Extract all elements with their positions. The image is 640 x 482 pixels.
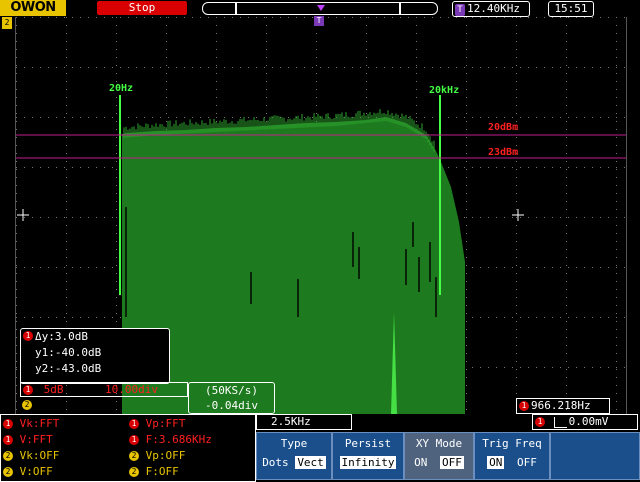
ch1-badge-icon: 1 <box>23 385 33 395</box>
marker-label-left: 20Hz <box>109 83 134 94</box>
menu-trig-title: Trig Freq <box>482 437 542 450</box>
cursor-y2: y2:-43.0dB <box>35 362 102 375</box>
memory-window-right-bracket <box>399 2 401 14</box>
ch1-meas-icon: 1 <box>3 419 13 429</box>
ref-label-23dbm: 23dBm <box>488 147 519 158</box>
cursor-delta: Δy:3.0dB <box>35 330 88 343</box>
cursor-readout-panel: 1 Δy:3.0dB y1:-40.0dB y2:-43.0dB <box>20 328 170 384</box>
xy-on-option[interactable]: ON <box>414 456 427 469</box>
spectrum-fill <box>122 117 465 414</box>
ch1-indicator-icon: 1 <box>23 331 33 341</box>
menu-xy-mode[interactable]: XY Mode ON OFF <box>404 432 474 480</box>
memory-position-bar[interactable] <box>202 2 438 15</box>
menu-persist-title: Persist <box>344 437 392 450</box>
menu-type-title: Type <box>280 437 308 450</box>
ch1-meas-icon: 1 <box>129 435 139 445</box>
type-vect-option[interactable]: Vect <box>295 456 326 469</box>
trig-off-option[interactable]: OFF <box>517 456 537 469</box>
peak-frequency-readout: 1 966.218Hz <box>516 398 610 414</box>
horizontal-scale-readout[interactable]: 2.5KHz <box>256 414 352 430</box>
horizontal-offset: -0.04div <box>205 399 258 412</box>
ch1-meas-icon: 1 <box>3 435 13 445</box>
xy-off-option[interactable]: OFF <box>440 456 464 469</box>
peak-frequency: 966.218Hz <box>531 399 591 412</box>
trig-on-option[interactable]: ON <box>487 456 505 469</box>
marker-label-right: 20kHz <box>429 85 460 96</box>
ch1-scale: 5dB <box>43 383 64 396</box>
ch1-meas-icon: 1 <box>129 419 139 429</box>
meas-r4-right: F:OFF <box>145 465 179 478</box>
meas-r2-left: V:FFT <box>19 433 53 446</box>
measurement-panel: 1 Vk:FFT 1 Vp:FFT 1 V:FFT 1 F:3.686KHz 2… <box>0 414 256 482</box>
menu-empty-slot[interactable] <box>550 432 640 480</box>
menu-persist[interactable]: Persist Infinity <box>332 432 404 480</box>
brand-logo: OWON <box>0 0 66 16</box>
ch1-div: 10.00div <box>105 383 158 396</box>
meas-r3-right: Vp:OFF <box>145 449 186 462</box>
ch1-scale-readout[interactable]: 1 5dB 10.00div <box>20 382 188 397</box>
trigger-icon: T <box>455 4 465 16</box>
ch2-meas-icon: 2 <box>129 451 139 461</box>
meas-r1-right: Vp:FFT <box>145 417 186 430</box>
type-dots-option[interactable]: Dots <box>262 456 289 469</box>
trigger-time-marker-icon[interactable]: T <box>314 16 324 26</box>
sample-rate: (50KS/s) <box>205 384 258 397</box>
run-state-button[interactable]: Stop <box>97 1 187 15</box>
ch2-meas-icon: 2 <box>3 451 13 461</box>
ch2-badge-icon: 2 <box>22 400 32 410</box>
meas-r4-left: V:OFF <box>19 465 53 478</box>
ch1-trigger-icon: 1 <box>535 417 545 427</box>
ch1-peak-icon: 1 <box>519 401 529 411</box>
meas-r1-left: Vk:FFT <box>19 417 60 430</box>
ch2-meas-icon: 2 <box>3 467 13 477</box>
meas-r3-left: Vk:OFF <box>19 449 60 462</box>
trigger-frequency-value: 12.40KHz <box>467 2 520 15</box>
trigger-level: 0.00mV <box>568 415 609 428</box>
ref-label-20dbm: 20dBm <box>488 122 519 133</box>
cursor-y1: y1:-40.0dB <box>35 346 102 359</box>
menu-xy-title: XY Mode <box>415 437 463 450</box>
trigger-frequency-readout: T 12.40KHz <box>452 1 530 17</box>
memory-window-left-bracket <box>235 2 237 14</box>
rising-edge-icon <box>553 416 567 428</box>
sample-rate-readout: (50KS/s) -0.04div <box>188 382 275 414</box>
ch2-meas-icon: 2 <box>129 467 139 477</box>
trigger-position-marker-icon <box>317 5 325 11</box>
ch2-level-marker-icon[interactable]: 2 <box>2 17 12 29</box>
clock: 15:51 <box>548 1 594 17</box>
persist-value[interactable]: Infinity <box>339 456 397 469</box>
menu-type[interactable]: Type Dots Vect <box>256 432 332 480</box>
ch2-scale-readout[interactable]: 2 <box>20 398 186 411</box>
menu-trig-freq[interactable]: Trig Freq ON OFF <box>474 432 550 480</box>
trigger-level-readout[interactable]: 1 0.00mV <box>532 414 638 430</box>
meas-r2-right: F:3.686KHz <box>145 433 212 446</box>
